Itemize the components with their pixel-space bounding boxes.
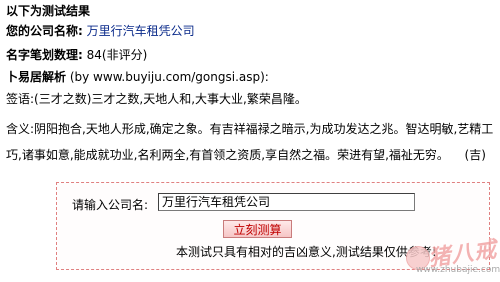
company-label: 您的公司名称: bbox=[6, 24, 83, 38]
meaning-text: 含义:阴阳抱合,天地人形成,确定之象。有吉祥福禄之暗示,为成功发达之兆。智达明敏… bbox=[6, 122, 494, 162]
analysis-source: (by www.buyiju.com/gongsi.asp): bbox=[69, 70, 269, 84]
company-row: 您的公司名称: 万里行汽车租凭公司 bbox=[6, 24, 496, 48]
disclaimer-text: 本测试只具有相对的吉凶意义,测试结果仅供参考! bbox=[176, 245, 437, 259]
analysis-row: 卜易居解析 (by www.buyiju.com/gongsi.asp): bbox=[6, 70, 496, 92]
result-panel: 以下为测试结果 您的公司名称: 万里行汽车租凭公司 名字笔划数理: 84(非评分… bbox=[6, 4, 496, 168]
analysis-label: 卜易居解析 bbox=[6, 70, 67, 84]
input-label: 请输入公司名: bbox=[72, 198, 149, 212]
strokes-row: 名字笔划数理: 84(非评分) bbox=[6, 48, 496, 70]
sign-text: 签语:(三才之数)三才之数,天地人和,大事大业,繁荣昌隆。 bbox=[6, 92, 307, 106]
watermark-url: www.zhubajie.com bbox=[416, 265, 500, 275]
company-value: 万里行汽车租凭公司 bbox=[86, 24, 195, 38]
submit-button[interactable]: 立刻测算 bbox=[223, 220, 292, 238]
meaning-paragraph: 含义:阴阳抱合,天地人形成,确定之象。有吉祥福禄之暗示,为成功发达之兆。智达明敏… bbox=[6, 116, 494, 168]
strokes-value: 84(非评分) bbox=[86, 48, 148, 62]
result-header: 以下为测试结果 bbox=[6, 4, 91, 18]
company-name-input[interactable] bbox=[158, 193, 415, 211]
strokes-label: 名字笔划数理: bbox=[6, 48, 83, 62]
verdict-badge: (吉) bbox=[464, 148, 486, 162]
watermark-logo: 猪八戒 www.zhubajie.com bbox=[406, 232, 500, 280]
